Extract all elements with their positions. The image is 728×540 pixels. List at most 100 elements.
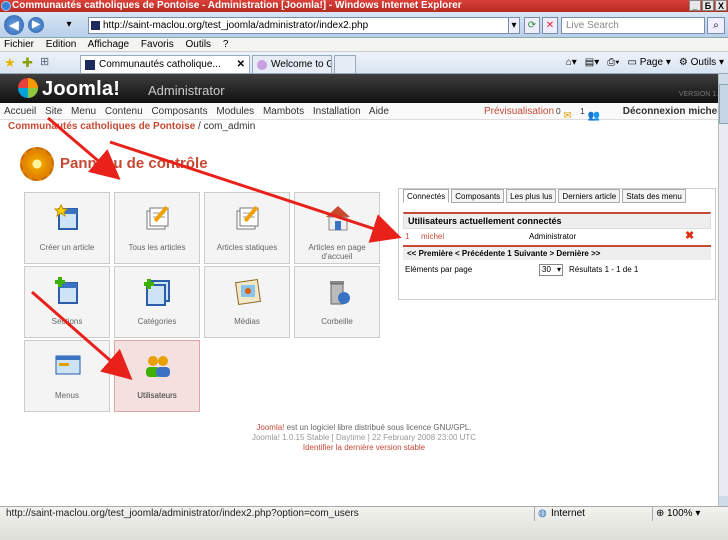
jmenu-aide[interactable]: Aide	[369, 106, 389, 117]
menus-icon	[55, 355, 81, 375]
quickicon-menus[interactable]: Menus	[24, 340, 110, 412]
print-icon[interactable]: ⎙▾	[607, 57, 619, 68]
search-icon[interactable]: ⌕	[707, 17, 725, 34]
jmenu-menu[interactable]: Menu	[71, 106, 96, 117]
menu-affichage[interactable]: Affichage	[88, 39, 130, 50]
footer-license: Joomla! est un logiciel libre distribué …	[0, 423, 728, 433]
refresh-icon[interactable]: ⟳	[524, 17, 540, 34]
joomla-logo: Joomla!	[18, 78, 120, 101]
quickicon-create-article[interactable]: Créer un article	[24, 192, 110, 264]
close-button[interactable]: X	[715, 0, 727, 11]
menu-favoris[interactable]: Favoris	[141, 39, 174, 50]
menu-fichier[interactable]: Fichier	[4, 39, 34, 50]
breadcrumb-path: / com_admin	[195, 121, 256, 132]
footer-joomla-link[interactable]: Joomla!	[256, 423, 284, 432]
new-article-icon	[53, 203, 78, 230]
joomla-header: Joomla! Administrator VERSION 1.0	[0, 74, 728, 103]
message-count: 0	[556, 106, 561, 116]
trash-bin-icon	[330, 281, 350, 305]
breadcrumb-site[interactable]: Communautés catholiques de Pontoise	[8, 121, 195, 132]
users-icon	[146, 356, 170, 377]
quickicon-frontpage-articles[interactable]: Articles en page d'accueil	[294, 192, 380, 264]
pagination[interactable]: << Première < Précédente 1 Suivante > De…	[403, 245, 711, 260]
breadcrumb: Communautés catholiques de Pontoise / co…	[0, 120, 728, 134]
tab-communautes[interactable]: Communautés catholique... ✕	[80, 55, 250, 73]
panel-tab-derniers-articles[interactable]: Derniers article	[558, 189, 621, 203]
page-menu[interactable]: ▭ Page ▾	[627, 57, 670, 68]
preview-link[interactable]: Prévisualisation	[484, 103, 554, 120]
joomla-logo-icon	[18, 78, 38, 98]
panel-tab-connectes[interactable]: Connectés	[403, 189, 450, 203]
new-tab-button[interactable]	[334, 55, 356, 73]
jmenu-composants[interactable]: Composants	[151, 106, 207, 117]
jmenu-mambots[interactable]: Mambots	[263, 106, 304, 117]
jmenu-site[interactable]: Site	[45, 106, 62, 117]
footer-check-version-link[interactable]: Identifier la dernière version stable	[0, 443, 728, 453]
stop-icon[interactable]: ✕	[542, 17, 558, 34]
per-page-label: Eléments par page	[405, 265, 473, 274]
favorites-star-icon[interactable]: ★	[4, 55, 16, 71]
tools-menu-label: Outils	[690, 57, 717, 68]
quickicon-sections[interactable]: Sections	[24, 266, 110, 338]
scroll-up-icon[interactable]	[719, 74, 728, 84]
per-page-row: Eléments par page 30 ▾ Résultats 1 - 1 de…	[403, 263, 711, 277]
close-tab-icon[interactable]: ✕	[237, 56, 245, 73]
joomla-logo-text: Joomla!	[42, 78, 121, 100]
menu-outils[interactable]: Outils	[185, 39, 211, 50]
back-button[interactable]: ◀	[4, 15, 24, 35]
jmenu-accueil[interactable]: Accueil	[4, 106, 36, 117]
control-panel-tabs: Connectés Composants Les plus lus Dernie…	[398, 188, 716, 300]
scroll-down-icon[interactable]	[719, 496, 728, 506]
quickicon-label: Tous les articles	[128, 243, 186, 252]
sections-icon	[55, 277, 78, 304]
menu-bar: Fichier Edition Affichage Favoris Outils…	[0, 38, 728, 52]
status-bar: http://saint-maclou.org/test_joomla/admi…	[0, 506, 728, 540]
tab-welcome[interactable]: Welcome to Girls Love Toys!	[252, 55, 332, 73]
quickicon-all-articles[interactable]: Tous les articles	[114, 192, 200, 264]
jmenu-contenu[interactable]: Contenu	[105, 106, 143, 117]
media-picture-icon	[235, 279, 261, 305]
zoom-control[interactable]: ⊕ 100% ▾	[652, 507, 728, 521]
joomla-version: VERSION 1.0	[678, 91, 722, 98]
row-username[interactable]: michel	[421, 230, 444, 243]
scroll-thumb[interactable]	[719, 84, 728, 124]
quickicon-label: Articles en page d'accueil	[308, 243, 366, 261]
menu-help[interactable]: ?	[223, 39, 229, 50]
jmenu-modules[interactable]: Modules	[216, 106, 254, 117]
footer-license-text: est un logiciel libre distribué sous lic…	[284, 423, 472, 432]
command-bar: ⌂▾ ▤▾ ⎙▾ ▭ Page ▾ ⚙ Outils ▾	[566, 57, 724, 68]
quickicon-users[interactable]: Utilisateurs	[114, 340, 200, 412]
forward-button[interactable]: ▶	[28, 17, 44, 33]
panel-tab-plus-lus[interactable]: Les plus lus	[506, 189, 557, 203]
zoom-level: 100%	[667, 508, 693, 519]
add-favorite-icon[interactable]: ✚	[22, 55, 33, 71]
feeds-icon[interactable]: ▤▾	[585, 57, 599, 68]
address-dropdown-icon[interactable]: ▾	[508, 17, 520, 34]
panel-tab-composants[interactable]: Composants	[451, 189, 505, 203]
quickicon-static-articles[interactable]: Articles statiques	[204, 192, 290, 264]
tab-list-icon[interactable]: ⊞	[40, 55, 49, 68]
tab-label: Communautés catholique...	[99, 59, 221, 70]
minimize-button[interactable]: _	[689, 0, 701, 11]
vertical-scrollbar[interactable]	[718, 74, 728, 506]
history-dropdown-icon[interactable]: ▾	[62, 17, 76, 34]
logout-link[interactable]: Déconnexion michel	[623, 103, 720, 120]
tools-menu[interactable]: ⚙ Outils ▾	[679, 57, 724, 68]
logout-user-icon[interactable]: ✖	[685, 230, 694, 243]
quickicon-trash[interactable]: Corbeille	[294, 266, 380, 338]
quickicon-categories[interactable]: Catégories	[114, 266, 200, 338]
chevron-down-icon: ▾	[556, 265, 561, 274]
page-menu-label: Page	[639, 57, 664, 68]
address-url: http://saint-maclou.org/test_joomla/admi…	[103, 20, 369, 31]
home-icon[interactable]: ⌂▾	[566, 57, 577, 68]
jmenu-installation[interactable]: Installation	[313, 106, 361, 117]
search-input[interactable]: Live Search	[561, 17, 705, 34]
panel-tab-stats-menus[interactable]: Stats des menu	[622, 189, 686, 203]
page-title: Panneau de contrôle	[20, 147, 208, 181]
quickicon-media[interactable]: Médias	[204, 266, 290, 338]
address-field[interactable]: http://saint-maclou.org/test_joomla/admi…	[88, 17, 520, 34]
maximize-button[interactable]: Б	[702, 0, 714, 11]
per-page-select[interactable]: 30 ▾	[539, 264, 563, 276]
menu-edition[interactable]: Edition	[46, 39, 77, 50]
edit-articles-icon	[146, 205, 169, 230]
